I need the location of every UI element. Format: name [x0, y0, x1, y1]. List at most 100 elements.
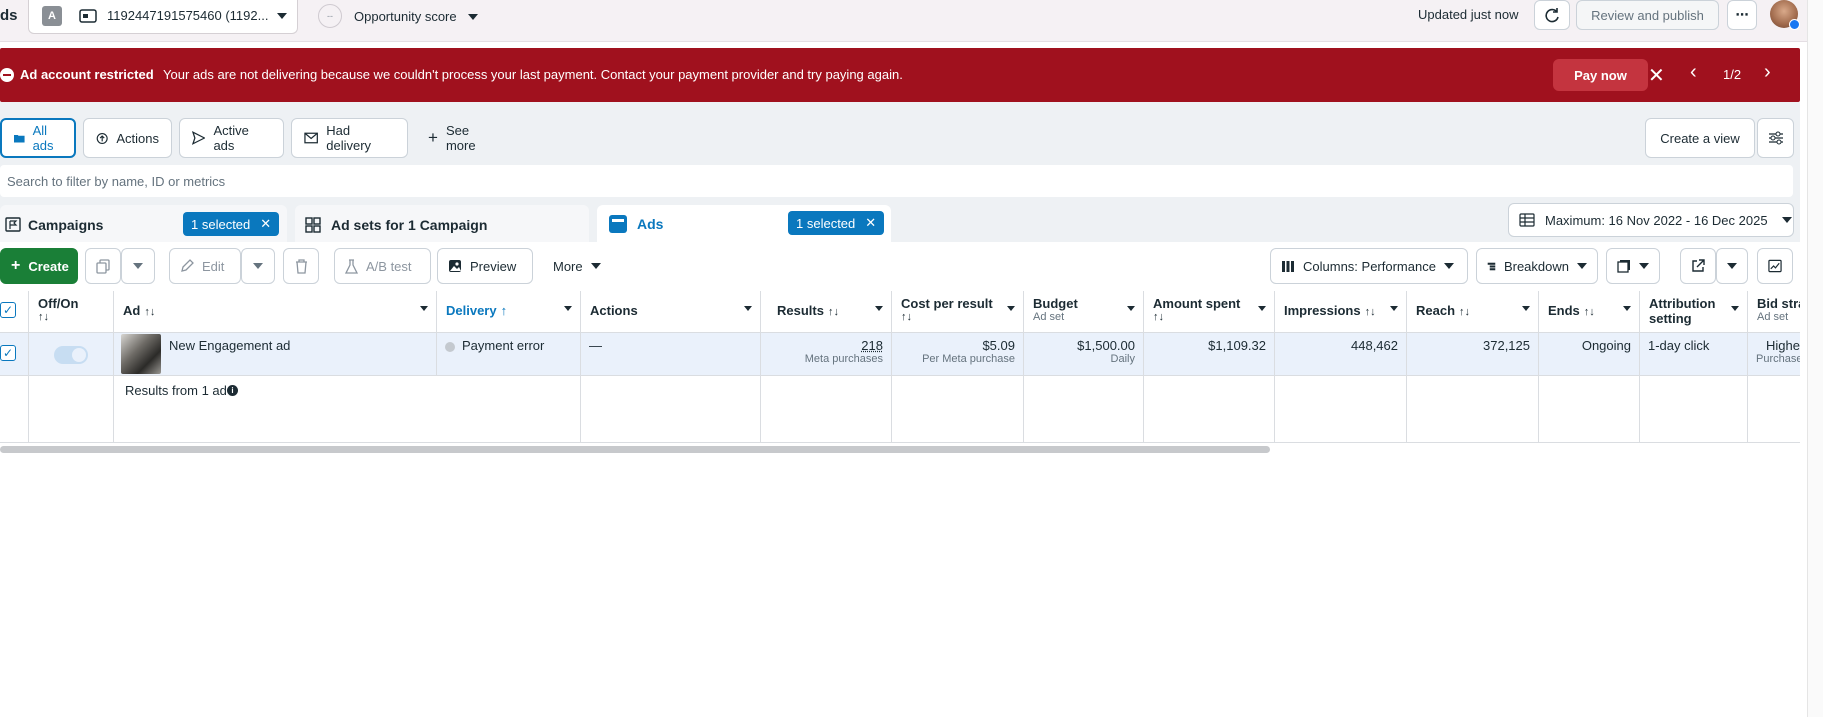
- column-cost-per-result[interactable]: Cost per result ↑↓: [892, 291, 1024, 333]
- opportunity-score[interactable]: -- Opportunity score: [318, 4, 488, 30]
- results-value[interactable]: 218: [769, 338, 883, 353]
- chevron-down-icon[interactable]: [564, 306, 572, 311]
- edit-dropdown[interactable]: [241, 248, 275, 284]
- ad-name[interactable]: New Engagement ad: [169, 338, 290, 353]
- tab-ad-sets[interactable]: Ad sets for 1 Campaign: [295, 205, 589, 243]
- envelope-icon: [304, 132, 318, 144]
- column-amount-spent[interactable]: Amount spent ↑↓: [1144, 291, 1275, 333]
- more-button[interactable]: More: [543, 248, 613, 284]
- columns-button[interactable]: Columns: Performance: [1270, 248, 1468, 284]
- column-impressions[interactable]: Impressions ↑↓: [1275, 291, 1407, 333]
- tab-had-delivery[interactable]: Had delivery: [291, 118, 408, 158]
- column-budget[interactable]: Budget Ad set: [1024, 291, 1144, 333]
- sort-icon[interactable]: ↑↓: [1459, 306, 1470, 318]
- copy-icon: [96, 258, 110, 274]
- tab-ads[interactable]: Ads 1 selected ✕: [597, 205, 891, 243]
- column-bid-strategy[interactable]: Bid stra Ad set: [1748, 291, 1800, 333]
- create-view-button[interactable]: Create a view: [1645, 118, 1755, 158]
- duplicate-dropdown[interactable]: [121, 248, 155, 284]
- chevron-down-icon[interactable]: [1127, 306, 1135, 311]
- sort-icon[interactable]: ↑↓: [1153, 311, 1265, 323]
- column-label: Delivery: [446, 303, 497, 318]
- export-dropdown[interactable]: [1716, 248, 1748, 284]
- account-selector[interactable]: A 1192447191575460 (1192...: [28, 0, 298, 34]
- column-sublabel: Ad set: [1033, 311, 1065, 323]
- column-offon[interactable]: Off/On ↑↓: [29, 291, 114, 333]
- opportunity-score-dot: --: [318, 4, 342, 28]
- column-label: Impressions: [1284, 303, 1361, 318]
- export-button[interactable]: [1680, 248, 1716, 284]
- column-attribution[interactable]: Attribution setting: [1640, 291, 1748, 333]
- delete-button[interactable]: [283, 248, 319, 284]
- column-results[interactable]: Results ↑↓: [761, 291, 892, 333]
- tab-ads-label: Ads: [637, 216, 664, 232]
- chevron-down-icon[interactable]: [1623, 306, 1631, 311]
- footer-cell: [892, 376, 1024, 443]
- sort-icon[interactable]: ↑↓: [1584, 306, 1595, 318]
- column-label-line-2: setting: [1649, 311, 1692, 326]
- preview-button[interactable]: Preview: [437, 248, 533, 284]
- ab-test-button[interactable]: A/B test: [334, 248, 431, 284]
- ad-name-cell[interactable]: New Engagement ad: [114, 333, 437, 376]
- arrow-up-circle-icon: [96, 132, 108, 144]
- delivery-toggle[interactable]: [54, 346, 88, 364]
- tab-campaigns[interactable]: Campaigns 1 selected ✕: [0, 205, 287, 243]
- chevron-right-icon[interactable]: ›: [1764, 61, 1771, 84]
- close-icon[interactable]: ✕: [865, 215, 876, 231]
- select-all-header: ✓: [0, 291, 29, 333]
- avatar[interactable]: [1770, 0, 1800, 30]
- charts-button[interactable]: [1757, 248, 1793, 284]
- duplicate-button[interactable]: [85, 248, 121, 284]
- select-all-checkbox[interactable]: ✓: [0, 302, 16, 318]
- tab-all-ads[interactable]: All ads: [0, 118, 76, 158]
- close-icon[interactable]: ✕: [1648, 63, 1665, 88]
- horizontal-scrollbar[interactable]: [0, 446, 1270, 453]
- chevron-down-icon[interactable]: [744, 306, 752, 311]
- more-label: More: [553, 258, 583, 274]
- sort-icon[interactable]: ↑↓: [828, 306, 839, 318]
- chevron-down-icon[interactable]: [1731, 306, 1739, 311]
- column-reach[interactable]: Reach ↑↓: [1407, 291, 1539, 333]
- tab-see-more[interactable]: + See more: [416, 118, 514, 158]
- settings-sliders-button[interactable]: [1757, 118, 1794, 158]
- chevron-down-icon[interactable]: [1007, 306, 1015, 311]
- sort-ascending-icon[interactable]: ↑: [501, 303, 508, 318]
- column-delivery[interactable]: Delivery ↑: [437, 291, 581, 333]
- search-input[interactable]: Search to filter by name, ID or metrics: [0, 165, 1793, 197]
- sort-icon[interactable]: ↑↓: [901, 311, 1014, 323]
- column-actions[interactable]: Actions: [581, 291, 761, 333]
- create-button[interactable]: + Create: [0, 248, 78, 284]
- more-options-button[interactable]: ⋯: [1727, 0, 1757, 30]
- row-checkbox[interactable]: ✓: [0, 345, 16, 361]
- chevron-down-icon[interactable]: [875, 306, 883, 311]
- chip-label: 1 selected: [796, 215, 856, 231]
- column-label: Bid stra: [1757, 296, 1800, 311]
- column-ad[interactable]: Ad ↑↓: [114, 291, 437, 333]
- ad-thumbnail[interactable]: [121, 334, 161, 374]
- column-ends[interactable]: Ends ↑↓: [1539, 291, 1640, 333]
- review-publish-button[interactable]: Review and publish: [1576, 0, 1719, 30]
- tab-actions[interactable]: Actions: [83, 118, 172, 158]
- tab-active-ads[interactable]: Active ads: [179, 118, 284, 158]
- chevron-down-icon[interactable]: [1522, 306, 1530, 311]
- sort-icon[interactable]: ↑↓: [38, 311, 104, 323]
- footer-cell: [1275, 376, 1407, 443]
- pay-now-button[interactable]: Pay now: [1553, 59, 1648, 91]
- sort-icon[interactable]: ↑↓: [1365, 306, 1376, 318]
- campaigns-selected-chip[interactable]: 1 selected ✕: [183, 212, 280, 236]
- info-icon[interactable]: i: [227, 385, 238, 396]
- close-icon[interactable]: ✕: [260, 216, 271, 232]
- chevron-down-icon[interactable]: [1258, 306, 1266, 311]
- ads-selected-chip[interactable]: 1 selected ✕: [788, 211, 885, 235]
- date-range-picker[interactable]: Maximum: 16 Nov 2022 - 16 Dec 2025: [1508, 203, 1794, 237]
- results-sublabel: Meta purchases: [804, 353, 883, 365]
- refresh-button[interactable]: [1534, 0, 1570, 30]
- chevron-down-icon[interactable]: [1390, 306, 1398, 311]
- chevron-down-icon[interactable]: [420, 306, 428, 311]
- chevron-left-icon[interactable]: ‹: [1690, 61, 1697, 84]
- edit-button[interactable]: Edit: [169, 248, 241, 284]
- create-label: Create: [28, 258, 69, 274]
- breakdown-button[interactable]: Breakdown: [1476, 248, 1598, 284]
- reports-button[interactable]: [1606, 248, 1660, 284]
- sort-icon[interactable]: ↑↓: [144, 306, 155, 318]
